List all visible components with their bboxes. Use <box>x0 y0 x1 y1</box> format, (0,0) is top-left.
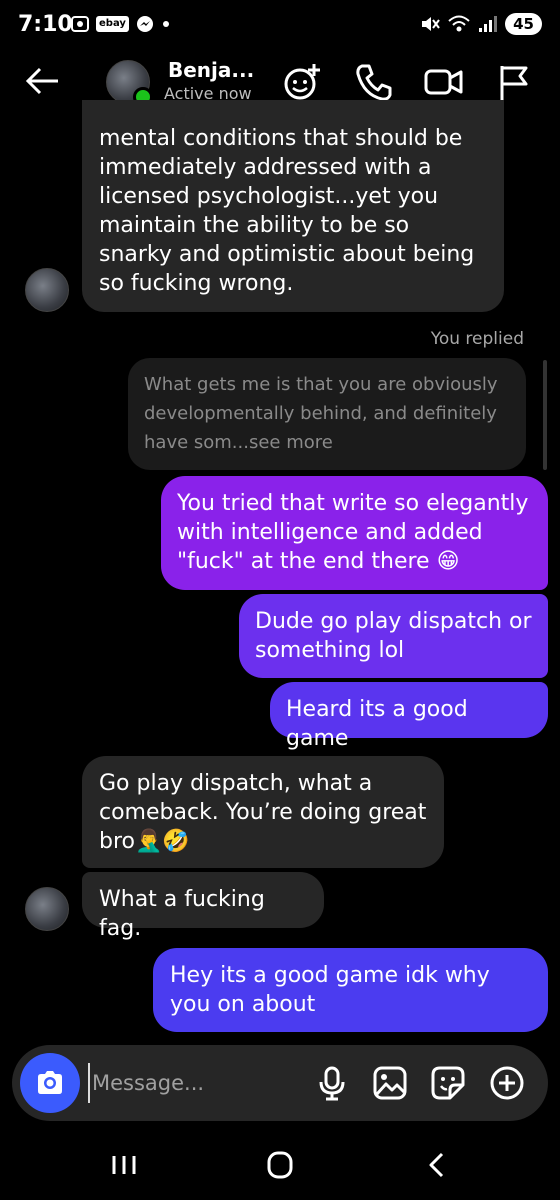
sticker-icon[interactable] <box>430 1065 466 1101</box>
ebay-icon: ebay <box>96 16 129 32</box>
phone-icon[interactable] <box>354 62 394 102</box>
message-outgoing[interactable]: Dude go play dispatch or something lol <box>239 594 548 678</box>
flag-icon[interactable] <box>494 62 534 102</box>
status-time: 7:10 <box>18 12 73 37</box>
message-incoming[interactable]: mental conditions that should be immedia… <box>82 100 504 312</box>
camera-icon <box>38 1071 62 1094</box>
message-input[interactable] <box>88 1063 312 1103</box>
message-text: Heard its a good game <box>286 697 468 751</box>
message-text: mental conditions that should be immedia… <box>99 126 475 296</box>
sender-avatar[interactable] <box>25 887 69 931</box>
back-nav-icon[interactable] <box>418 1148 458 1182</box>
recent-apps-icon[interactable] <box>104 1148 144 1182</box>
quote-text: What gets me is that you are obviously d… <box>144 374 498 453</box>
wifi-icon <box>447 14 471 34</box>
home-icon[interactable] <box>260 1148 300 1182</box>
contact-name[interactable]: Benja... <box>168 58 254 82</box>
message-outgoing[interactable]: Hey its a good game idk why you on about <box>153 948 548 1032</box>
status-left-icons: ebay <box>70 14 171 34</box>
status-right-icons: 45 <box>419 13 542 35</box>
reply-quote[interactable]: What gets me is that you are obviously d… <box>128 358 526 470</box>
message-outgoing[interactable]: You tried that write so elegantly with i… <box>161 476 548 590</box>
message-text: Go play dispatch, what a comeback. You’r… <box>99 771 427 854</box>
message-text: You tried that write so elegantly with i… <box>177 491 529 574</box>
microphone-icon[interactable] <box>314 1065 350 1101</box>
replied-label: You replied <box>430 329 524 349</box>
sender-avatar[interactable] <box>25 268 69 312</box>
message-text: Dude go play dispatch or something lol <box>255 609 532 663</box>
battery-indicator: 45 <box>505 13 542 35</box>
camera-button[interactable] <box>20 1053 80 1113</box>
dot-icon <box>161 19 171 29</box>
video-icon[interactable] <box>424 62 464 102</box>
message-text: Hey its a good game idk why you on about <box>170 963 490 1017</box>
messenger-icon <box>135 14 155 34</box>
add-people-icon[interactable] <box>282 62 322 102</box>
message-incoming[interactable]: Go play dispatch, what a comeback. You’r… <box>82 756 444 868</box>
signal-icon <box>477 14 499 34</box>
mute-icon <box>419 14 441 34</box>
plus-icon[interactable] <box>489 1065 525 1101</box>
status-bar: 7:10 ebay 45 <box>0 0 560 52</box>
message-incoming[interactable]: What a fucking fag. <box>82 872 324 941</box>
message-composer <box>12 1045 548 1121</box>
message-outgoing[interactable]: Heard its a good game <box>270 682 548 751</box>
scrollbar[interactable] <box>543 360 547 470</box>
gallery-icon[interactable] <box>372 1065 408 1101</box>
system-nav-bar <box>0 1130 560 1200</box>
back-arrow-icon[interactable] <box>22 64 62 98</box>
screenshot-icon <box>70 14 90 34</box>
message-text: What a fucking fag. <box>99 887 265 941</box>
